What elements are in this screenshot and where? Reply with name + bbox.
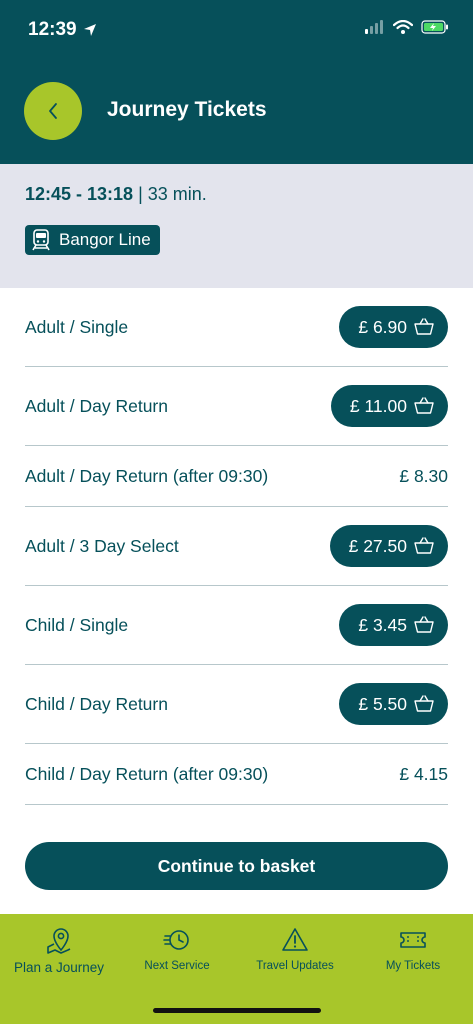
map-pin-icon: [47, 928, 71, 954]
tab-label: Travel Updates: [256, 960, 334, 972]
warning-icon: [282, 928, 308, 951]
back-button[interactable]: [24, 82, 82, 140]
basket-icon: [414, 318, 434, 335]
basket-icon: [414, 397, 434, 414]
tab-label: Plan a Journey: [13, 960, 105, 975]
tab-plan-a-journey[interactable]: Plan a Journey: [0, 926, 118, 975]
tab-label: My Tickets: [385, 960, 441, 972]
ticket-name: Adult / 3 Day Select: [25, 535, 179, 556]
ticket-name: Child / Day Return (after 09:30): [25, 763, 269, 784]
ticket-name: Adult / Single: [25, 316, 129, 337]
header: 12:39 Journey Tickets: [0, 0, 473, 164]
add-ticket-button[interactable]: £ 27.50: [329, 525, 448, 567]
ticket-name: Child / Day Return: [25, 693, 168, 714]
ticket-list: Adult / Single £ 6.90 Adult / Day Return…: [25, 288, 448, 805]
tab-next-service[interactable]: Next Service: [118, 926, 236, 972]
status-icons: [365, 20, 449, 34]
ticket-price: £ 4.15: [399, 763, 448, 784]
train-icon: [32, 229, 50, 251]
location-arrow-icon: [83, 24, 96, 36]
battery-charging-icon: [421, 20, 448, 34]
basket-icon: [414, 616, 434, 633]
ticket-row: Child / Single £ 3.45: [25, 586, 448, 665]
ticket-name: Adult / Day Return (after 09:30): [25, 465, 269, 486]
status-time-text: 12:39: [28, 19, 77, 40]
basket-icon: [414, 695, 434, 712]
continue-to-basket-button[interactable]: Continue to basket: [25, 842, 448, 890]
line-badge: Bangor Line: [25, 225, 160, 255]
home-indicator: [153, 1008, 321, 1013]
ticket-price: £ 27.50: [348, 535, 407, 556]
chevron-left-icon: [49, 103, 57, 119]
status-bar: 12:39: [0, 0, 473, 60]
ticket-row: Child / Day Return (after 09:30) £ 4.15: [25, 744, 448, 805]
ticket-row: Adult / Single £ 6.90: [25, 288, 448, 367]
ticket-price: £ 5.50: [358, 693, 407, 714]
ticket-price: £ 3.45: [358, 614, 407, 635]
ticket-price: £ 8.30: [399, 465, 448, 486]
journey-time-range: 12:45 - 13:18: [25, 184, 134, 204]
ticket-icon: [400, 932, 426, 948]
tab-travel-updates[interactable]: Travel Updates: [236, 926, 354, 972]
ticket-price: £ 11.00: [349, 395, 407, 416]
add-ticket-button[interactable]: £ 6.90: [339, 306, 448, 348]
page-title: Journey Tickets: [107, 98, 267, 121]
add-ticket-button[interactable]: £ 5.50: [339, 683, 448, 725]
tab-my-tickets[interactable]: My Tickets: [354, 926, 472, 972]
tab-label: Next Service: [144, 960, 210, 972]
signal-icon: [365, 20, 383, 34]
basket-icon: [414, 537, 434, 554]
ticket-price: £ 6.90: [358, 316, 407, 337]
add-ticket-button[interactable]: £ 11.00: [330, 385, 448, 427]
ticket-name: Child / Single: [25, 614, 129, 635]
ticket-row: Adult / Day Return (after 09:30) £ 8.30: [25, 446, 448, 507]
ticket-row: Child / Day Return £ 5.50: [25, 665, 448, 744]
wifi-icon: [393, 20, 413, 34]
ticket-name: Adult / Day Return: [25, 395, 168, 416]
ticket-row: Adult / 3 Day Select £ 27.50: [25, 507, 448, 586]
line-name: Bangor Line: [59, 230, 151, 249]
journey-separator: |: [133, 184, 148, 204]
journey-time: 12:45 - 13:18 | 33 min.: [25, 184, 207, 205]
add-ticket-button[interactable]: £ 3.45: [339, 604, 448, 646]
ticket-row: Adult / Day Return £ 11.00: [25, 367, 448, 446]
status-time: 12:39: [28, 19, 97, 41]
journey-duration: 33 min.: [147, 184, 207, 204]
fast-clock-icon: [163, 930, 189, 950]
